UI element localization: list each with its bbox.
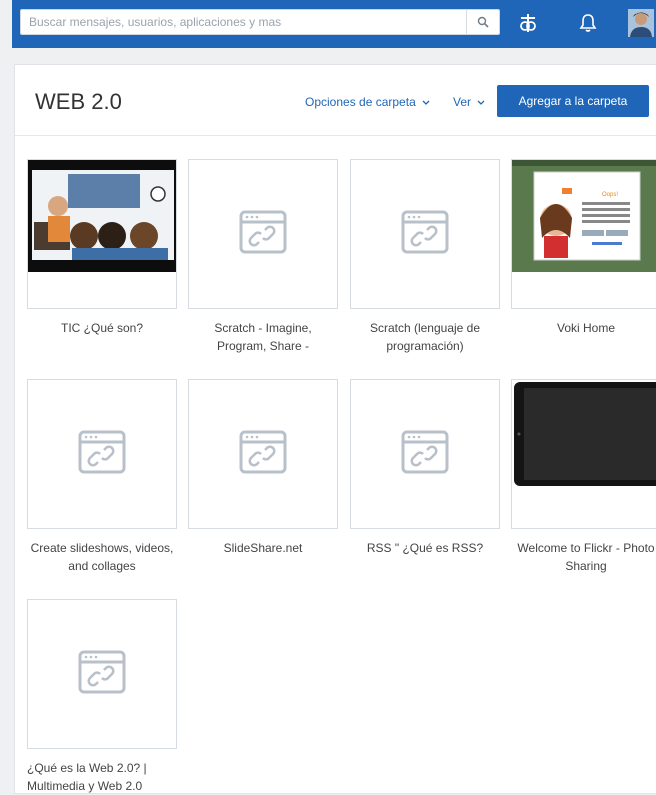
item-title[interactable]: Scratch (lenguaje de programación) (350, 319, 500, 355)
item-title[interactable]: RSS " ¿Qué es RSS? (350, 539, 500, 557)
link-icon (239, 430, 287, 474)
notifications-button[interactable] (576, 11, 600, 35)
item-card[interactable]: Welcome to Flickr - Photo Sharing (511, 379, 656, 575)
item-card[interactable]: RSS " ¿Qué es RSS? (350, 379, 500, 557)
item-title[interactable]: Welcome to Flickr - Photo Sharing (511, 539, 656, 575)
item-card[interactable]: Create slideshows, videos, and collages (27, 379, 177, 575)
link-icon (78, 650, 126, 694)
item-thumbnail[interactable] (27, 159, 177, 309)
item-thumbnail[interactable] (27, 379, 177, 529)
folder-panel: WEB 2.0 Opciones de carpeta Ver Agregar … (14, 64, 656, 794)
user-avatar[interactable] (628, 9, 654, 37)
add-to-folder-button[interactable]: Agregar a la carpeta (497, 85, 649, 117)
bell-icon (579, 14, 597, 32)
search-button[interactable] (466, 10, 499, 34)
apps-icon (520, 14, 536, 32)
item-title[interactable]: TIC ¿Qué son? (27, 319, 177, 337)
website-screenshot-image: Oops! (512, 160, 656, 308)
item-title[interactable]: Scratch - Imagine, Program, Share - (188, 319, 338, 355)
link-icon (401, 210, 449, 254)
search-box: Buscar mensajes, usuarios, aplicaciones … (20, 9, 500, 35)
view-link[interactable]: Ver (453, 95, 485, 109)
folder-options-label: Opciones de carpeta (305, 95, 416, 109)
link-icon (401, 430, 449, 474)
apps-button[interactable] (516, 11, 540, 35)
item-card[interactable]: TIC ¿Qué son? (27, 159, 177, 337)
chevron-down-icon (477, 100, 485, 105)
item-thumbnail[interactable] (350, 379, 500, 529)
item-card[interactable]: Scratch - Imagine, Program, Share - (188, 159, 338, 355)
item-thumbnail[interactable] (188, 159, 338, 309)
item-title[interactable]: Create slideshows, videos, and collages (27, 539, 177, 575)
item-card[interactable]: SlideShare.net (188, 379, 338, 557)
tablet-image (512, 380, 656, 528)
item-card[interactable]: Oops! Voki Home (511, 159, 656, 337)
view-label: Ver (453, 95, 472, 109)
item-thumbnail[interactable] (511, 379, 656, 529)
popup-title: Oops! (602, 192, 618, 198)
item-card[interactable]: ¿Qué es la Web 2.0? | Multimedia y Web 2… (27, 599, 177, 795)
item-title[interactable]: ¿Qué es la Web 2.0? | Multimedia y Web 2… (27, 759, 177, 795)
folder-options-link[interactable]: Opciones de carpeta (305, 95, 430, 109)
folder-header: WEB 2.0 Opciones de carpeta Ver Agregar … (15, 65, 656, 136)
item-thumbnail[interactable] (350, 159, 500, 309)
link-icon (78, 430, 126, 474)
item-title[interactable]: Voki Home (511, 319, 656, 337)
item-thumbnail[interactable] (27, 599, 177, 749)
link-icon (239, 210, 287, 254)
item-thumbnail[interactable] (188, 379, 338, 529)
item-card[interactable]: Scratch (lenguaje de programación) (350, 159, 500, 355)
top-bar: Buscar mensajes, usuarios, aplicaciones … (12, 0, 656, 48)
avatar-image (628, 9, 654, 37)
search-icon (477, 16, 489, 28)
item-title[interactable]: SlideShare.net (188, 539, 338, 557)
item-thumbnail[interactable]: Oops! (511, 159, 656, 309)
video-thumbnail-image (28, 160, 176, 308)
chevron-down-icon (422, 100, 430, 105)
folder-title: WEB 2.0 (35, 89, 122, 114)
search-input[interactable]: Buscar mensajes, usuarios, aplicaciones … (21, 15, 466, 29)
